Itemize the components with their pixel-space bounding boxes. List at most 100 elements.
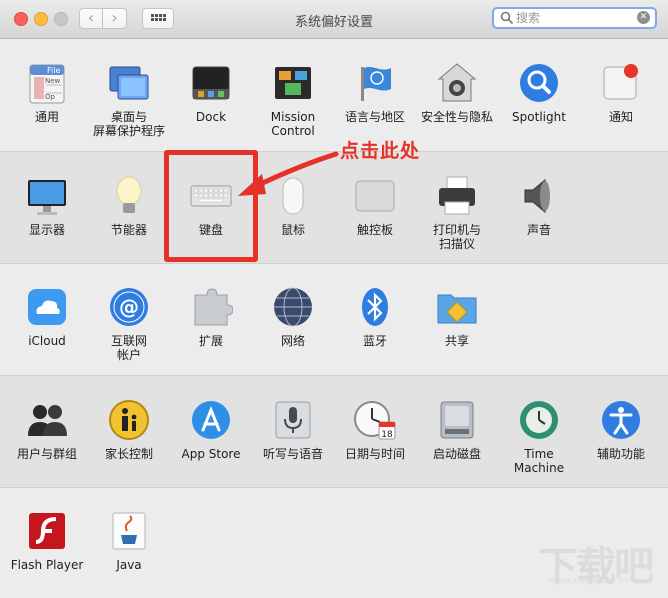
search-input[interactable]: [516, 10, 628, 26]
pane-internet-accounts[interactable]: @ 互联网 帐户: [88, 285, 170, 362]
java-icon: [107, 509, 151, 553]
internet-accounts-icon: @: [107, 285, 151, 329]
pane-mission-control[interactable]: Mission Control: [252, 61, 334, 138]
date-time-icon: 18: [353, 398, 397, 442]
calendar-day-text: 18: [381, 430, 393, 440]
pane-label: Time Machine: [513, 447, 565, 475]
displays-icon: [25, 174, 69, 218]
extensions-icon: [189, 285, 234, 329]
pane-sound[interactable]: 声音: [498, 174, 580, 237]
startup-disk-icon: [435, 398, 479, 442]
pane-energy-saver[interactable]: 节能器: [88, 174, 170, 237]
sharing-icon: [435, 285, 479, 329]
pane-dictation-speech[interactable]: 听写与语音: [252, 398, 334, 461]
pane-label: 用户与群组: [16, 447, 77, 461]
mission-control-icon: [271, 61, 315, 105]
printer-scanner-icon: [435, 174, 479, 218]
spotlight-icon: [517, 61, 561, 105]
general-open-text: Op: [45, 93, 56, 101]
pane-label: 安全性与隐私: [420, 110, 493, 124]
parental-controls-icon: [107, 398, 151, 442]
pane-label: App Store: [181, 447, 241, 461]
pane-label: 互联网 帐户: [110, 334, 147, 362]
accessibility-icon: [599, 398, 643, 442]
section-personal: File New Op 通用 桌面与 屏幕保护程序 Dock Mission C…: [0, 39, 668, 150]
general-file-text: File: [47, 66, 60, 75]
pane-label: 通用: [34, 110, 59, 124]
security-privacy-icon: [435, 61, 479, 105]
pane-label: 日期与时间: [344, 447, 405, 461]
desktop-screensaver-icon: [107, 61, 151, 105]
annotation-text: 点击此处: [340, 140, 421, 162]
pane-parental-controls[interactable]: 家长控制: [88, 398, 170, 461]
time-machine-icon: [517, 398, 561, 442]
pane-label: 启动磁盘: [432, 447, 481, 461]
pane-label: iCloud: [28, 334, 66, 348]
trackpad-icon: [353, 174, 397, 218]
pane-label: 共享: [444, 334, 469, 348]
svg-text:@: @: [119, 295, 139, 319]
section-system: 用户与群组 家长控制 App Store 听写与语音 18 日期与时间 启动磁盘…: [0, 375, 668, 488]
pane-flash-player[interactable]: Flash Player: [6, 509, 88, 572]
pane-label: 通知: [608, 110, 633, 124]
general-icon: File New Op: [25, 61, 69, 105]
pane-startup-disk[interactable]: 启动磁盘: [416, 398, 498, 461]
pane-label: 桌面与 屏幕保护程序: [92, 110, 165, 138]
language-region-icon: [353, 61, 397, 105]
pane-label: 显示器: [28, 223, 65, 237]
watermark-logo: 下载吧 www.xiazaiba.com: [530, 530, 660, 592]
pane-label: 鼠标: [280, 223, 305, 237]
icloud-icon: [25, 285, 69, 329]
pane-users-groups[interactable]: 用户与群组: [6, 398, 88, 461]
pane-sharing[interactable]: 共享: [416, 285, 498, 348]
search-field[interactable]: ✕: [492, 7, 657, 29]
pane-general[interactable]: File New Op 通用: [6, 61, 88, 124]
pane-label: 家长控制: [104, 447, 153, 461]
pane-label: 扩展: [198, 334, 223, 348]
pane-time-machine[interactable]: Time Machine: [498, 398, 580, 475]
pane-label: 触控板: [356, 223, 393, 237]
pane-date-time[interactable]: 18 日期与时间: [334, 398, 416, 461]
pane-label: 声音: [526, 223, 551, 237]
pane-java[interactable]: Java: [88, 509, 170, 572]
pane-notifications[interactable]: 通知: [580, 61, 662, 124]
pane-bluetooth[interactable]: 蓝牙: [334, 285, 416, 348]
pane-label: 听写与语音: [262, 447, 323, 461]
pane-label: 蓝牙: [362, 334, 387, 348]
pane-label: Flash Player: [10, 558, 84, 572]
watermark-url: www.xiazaiba.com: [548, 576, 632, 586]
pane-security-privacy[interactable]: 安全性与隐私: [416, 61, 498, 124]
pane-printers-scanners[interactable]: 打印机与 扫描仪: [416, 174, 498, 251]
system-preferences-window: ‹ › 系统偏好设置 ✕: [0, 0, 668, 598]
pane-label: 网络: [280, 334, 305, 348]
pane-label: 辅助功能: [596, 447, 645, 461]
section-internet-wireless: iCloud @ 互联网 帐户 扩展 网络 蓝牙 共享: [0, 263, 668, 374]
pane-label: Mission Control: [270, 110, 316, 138]
pane-accessibility[interactable]: 辅助功能: [580, 398, 662, 461]
flash-player-icon: [25, 509, 69, 553]
pane-label: Dock: [195, 110, 227, 124]
users-groups-icon: [25, 398, 69, 442]
pane-spotlight[interactable]: Spotlight: [498, 61, 580, 124]
pane-desktop-screensaver[interactable]: 桌面与 屏幕保护程序: [88, 61, 170, 138]
pane-label: Spotlight: [512, 110, 566, 124]
app-store-icon: [189, 398, 233, 442]
energy-saver-icon: [107, 174, 151, 218]
sound-icon: [517, 174, 561, 218]
pane-network[interactable]: 网络: [252, 285, 334, 348]
bluetooth-icon: [353, 285, 397, 329]
pane-extensions[interactable]: 扩展: [170, 285, 252, 348]
pane-language-region[interactable]: 语言与地区: [334, 61, 416, 124]
pane-app-store[interactable]: App Store: [170, 398, 252, 461]
title-bar: ‹ › 系统偏好设置 ✕: [0, 0, 668, 39]
pane-dock[interactable]: Dock: [170, 61, 252, 124]
pane-icloud[interactable]: iCloud: [6, 285, 88, 348]
pane-label: 打印机与 扫描仪: [432, 223, 481, 251]
pane-displays[interactable]: 显示器: [6, 174, 88, 237]
annotation-arrow-icon: [238, 151, 339, 196]
dock-icon: [189, 61, 233, 105]
dictation-speech-icon: [271, 398, 315, 442]
network-icon: [271, 285, 315, 329]
pane-label: 节能器: [110, 223, 147, 237]
clear-search-icon[interactable]: ✕: [637, 11, 650, 24]
